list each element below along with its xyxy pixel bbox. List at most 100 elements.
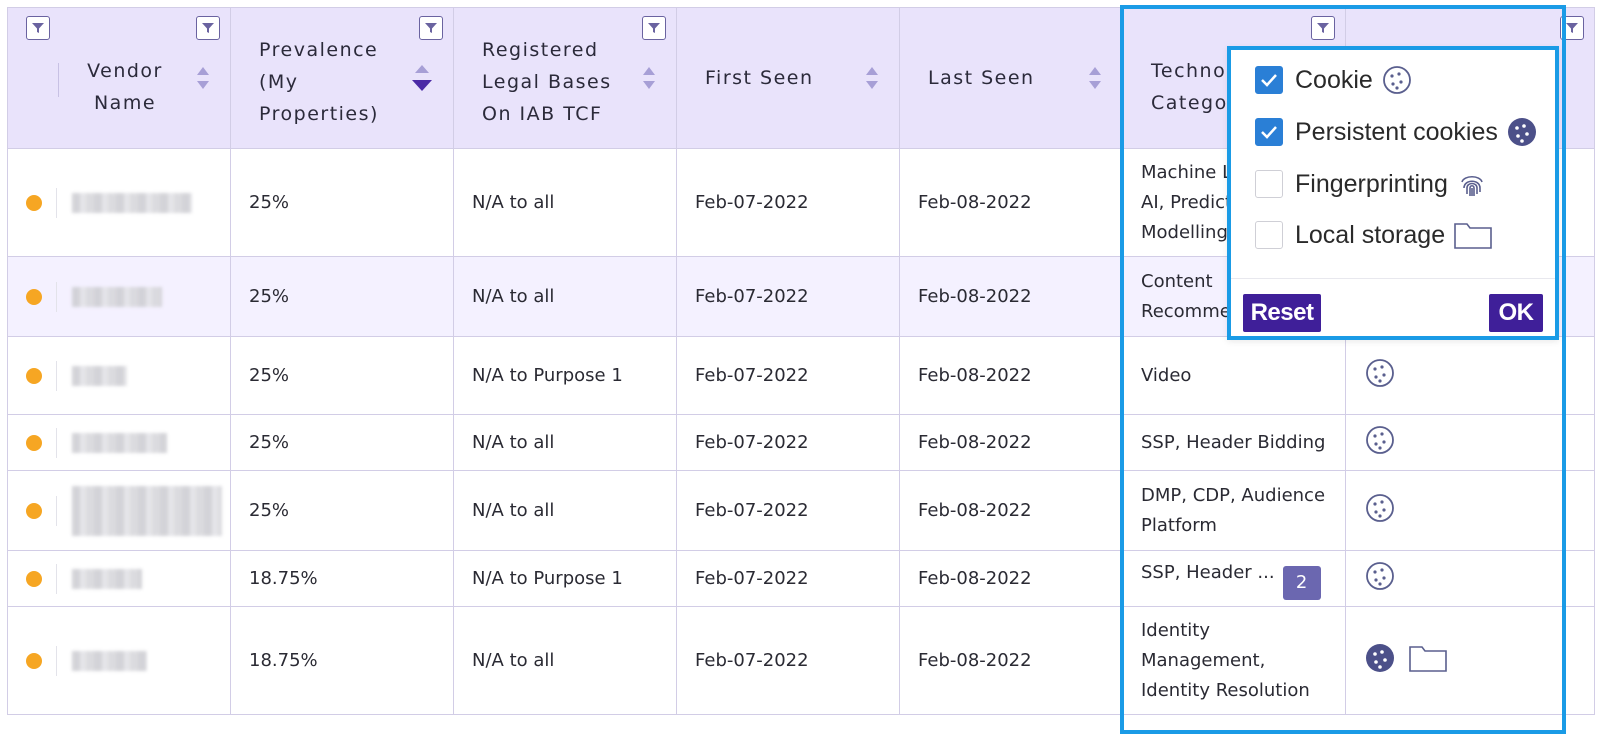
header-label: Techno Catego bbox=[1151, 60, 1228, 114]
technology-category-cell: Video bbox=[1122, 336, 1346, 415]
dropdown-footer bbox=[1231, 278, 1555, 279]
redacted-vendor-name bbox=[72, 650, 147, 671]
filter-icon[interactable] bbox=[196, 16, 220, 40]
last-seen-cell: Feb-08-2022 bbox=[899, 336, 1123, 415]
option-label: Fingerprinting bbox=[1295, 169, 1448, 198]
technology-category-cell: DMP, CDP, Audience Platform bbox=[1122, 470, 1346, 551]
category-text: SSP, Header Bidding bbox=[1123, 428, 1345, 458]
redacted-vendor-name bbox=[72, 485, 222, 536]
cell-divider bbox=[56, 360, 57, 391]
header-label: First Seen bbox=[705, 67, 814, 89]
prevalence-cell-text: 25% bbox=[249, 364, 290, 386]
last-seen-cell: Feb-08-2022 bbox=[899, 550, 1123, 607]
filter-icon[interactable] bbox=[419, 16, 443, 40]
legal-bases-cell-text: N/A to all bbox=[472, 191, 555, 213]
last-seen-cell: Feb-08-2022 bbox=[899, 256, 1123, 337]
table-row[interactable]: 18.75% N/A to all Feb-07-2022 Feb-08-2022 Id… bbox=[7, 606, 1595, 715]
first-seen-cell-text: Feb-07-2022 bbox=[695, 567, 809, 589]
last-seen-cell: Feb-08-2022 bbox=[899, 606, 1123, 715]
legal-bases-cell: N/A to all bbox=[453, 606, 677, 715]
last-seen-cell-text: Feb-08-2022 bbox=[918, 191, 1032, 213]
vendor-cell bbox=[7, 414, 231, 471]
prevalence-cell: 18.75% bbox=[230, 550, 454, 607]
header-label: Registered Legal Bases On IAB TCF bbox=[482, 39, 612, 125]
vendor-cell bbox=[7, 550, 231, 607]
first-seen-cell-text: Feb-07-2022 bbox=[695, 431, 809, 453]
tracking-technology-cell bbox=[1345, 550, 1595, 607]
checkbox[interactable] bbox=[1255, 66, 1283, 94]
filter-icon[interactable] bbox=[1560, 16, 1584, 40]
ok-button[interactable]: OK bbox=[1489, 294, 1543, 332]
cell-divider bbox=[56, 281, 57, 312]
header-legal-bases: Registered Legal Bases On IAB TCF bbox=[453, 7, 677, 149]
filter-icon[interactable] bbox=[1311, 16, 1335, 40]
legal-bases-cell: N/A to Purpose 1 bbox=[453, 550, 677, 607]
first-seen-cell: Feb-07-2022 bbox=[676, 470, 900, 551]
status-dot bbox=[26, 652, 42, 669]
filter-option-cookie[interactable]: Cookie bbox=[1255, 64, 1413, 96]
first-seen-cell-text: Feb-07-2022 bbox=[695, 285, 809, 307]
first-seen-cell: Feb-07-2022 bbox=[676, 550, 900, 607]
last-seen-cell: Feb-08-2022 bbox=[899, 470, 1123, 551]
first-seen-cell: Feb-07-2022 bbox=[676, 606, 900, 715]
first-seen-cell: Feb-07-2022 bbox=[676, 414, 900, 471]
technology-filter-dropdown: Cookie Persistent cookies Fingerprinting… bbox=[1227, 46, 1559, 340]
checkbox[interactable] bbox=[1255, 170, 1283, 198]
sort-icon[interactable] bbox=[196, 65, 210, 91]
prevalence-cell-text: 25% bbox=[249, 499, 290, 521]
tracking-technology-cell bbox=[1345, 336, 1595, 415]
redacted-vendor-name bbox=[72, 432, 167, 453]
filter-option-fingerprinting[interactable]: Fingerprinting bbox=[1255, 168, 1488, 200]
vendor-cell bbox=[7, 606, 231, 715]
sort-icon[interactable] bbox=[642, 65, 656, 91]
category-text: DMP, CDP, Audience Platform bbox=[1123, 481, 1345, 541]
category-line: SSP, Header Bidding bbox=[1141, 431, 1326, 453]
header-first-seen: First Seen bbox=[676, 7, 900, 149]
cookie-icon bbox=[1364, 492, 1396, 529]
cookie-icon bbox=[1381, 64, 1413, 96]
table-row[interactable]: 25% N/A to all Feb-07-2022 Feb-08-2022 SSP, … bbox=[7, 414, 1595, 471]
technology-category-cell: Identity Management, Identity Resolution bbox=[1122, 606, 1346, 715]
last-seen-cell-text: Feb-08-2022 bbox=[918, 285, 1032, 307]
table-row[interactable]: 25% N/A to all Feb-07-2022 Feb-08-2022 DMP, … bbox=[7, 470, 1595, 551]
filter-option-persistent-cookies[interactable]: Persistent cookies bbox=[1255, 116, 1538, 148]
checkbox[interactable] bbox=[1255, 221, 1283, 249]
filter-icon[interactable] bbox=[642, 16, 666, 40]
legal-bases-cell-text: N/A to all bbox=[472, 431, 555, 453]
more-count-badge[interactable]: 2 bbox=[1282, 565, 1321, 600]
technology-category-cell: SSP, Header Bidding bbox=[1122, 414, 1346, 471]
redacted-vendor-name bbox=[72, 286, 162, 307]
fingerprint-icon bbox=[1456, 168, 1488, 200]
legal-bases-cell-text: N/A to all bbox=[472, 499, 555, 521]
filter-icon[interactable] bbox=[26, 16, 50, 40]
filter-option-local-storage[interactable]: Local storage bbox=[1255, 220, 1493, 250]
status-dot bbox=[26, 367, 42, 384]
first-seen-cell-text: Feb-07-2022 bbox=[695, 191, 809, 213]
sort-desc-icon[interactable] bbox=[411, 63, 433, 93]
legal-bases-cell: N/A to all bbox=[453, 414, 677, 471]
reset-button[interactable]: Reset bbox=[1243, 294, 1321, 332]
prevalence-cell-text: 18.75% bbox=[249, 567, 318, 589]
legal-bases-cell-text: N/A to all bbox=[472, 285, 555, 307]
status-dot bbox=[26, 288, 42, 305]
header-last-seen: Last Seen bbox=[899, 7, 1123, 149]
status-dot bbox=[26, 194, 42, 211]
table-row[interactable]: 25% N/A to Purpose 1 Feb-07-2022 Feb-08-202… bbox=[7, 336, 1595, 415]
sort-icon[interactable] bbox=[1088, 65, 1102, 91]
cell-divider bbox=[56, 495, 57, 526]
prevalence-cell: 25% bbox=[230, 148, 454, 257]
tracking-technology-cell bbox=[1345, 606, 1595, 715]
redacted-vendor-name bbox=[72, 192, 192, 213]
sort-icon[interactable] bbox=[865, 65, 879, 91]
table-row[interactable]: 18.75% N/A to Purpose 1 Feb-07-2022 Feb-08-… bbox=[7, 550, 1595, 607]
category-line: Identity Resolution bbox=[1141, 679, 1310, 701]
option-label: Persistent cookies bbox=[1295, 117, 1498, 146]
prevalence-cell: 25% bbox=[230, 414, 454, 471]
checkbox[interactable] bbox=[1255, 118, 1283, 146]
category-line: Identity bbox=[1141, 619, 1210, 641]
last-seen-cell: Feb-08-2022 bbox=[899, 148, 1123, 257]
header-label: Vendor Name bbox=[87, 60, 163, 114]
legal-bases-cell: N/A to all bbox=[453, 256, 677, 337]
option-label: Local storage bbox=[1295, 220, 1446, 249]
legal-bases-cell: N/A to Purpose 1 bbox=[453, 336, 677, 415]
